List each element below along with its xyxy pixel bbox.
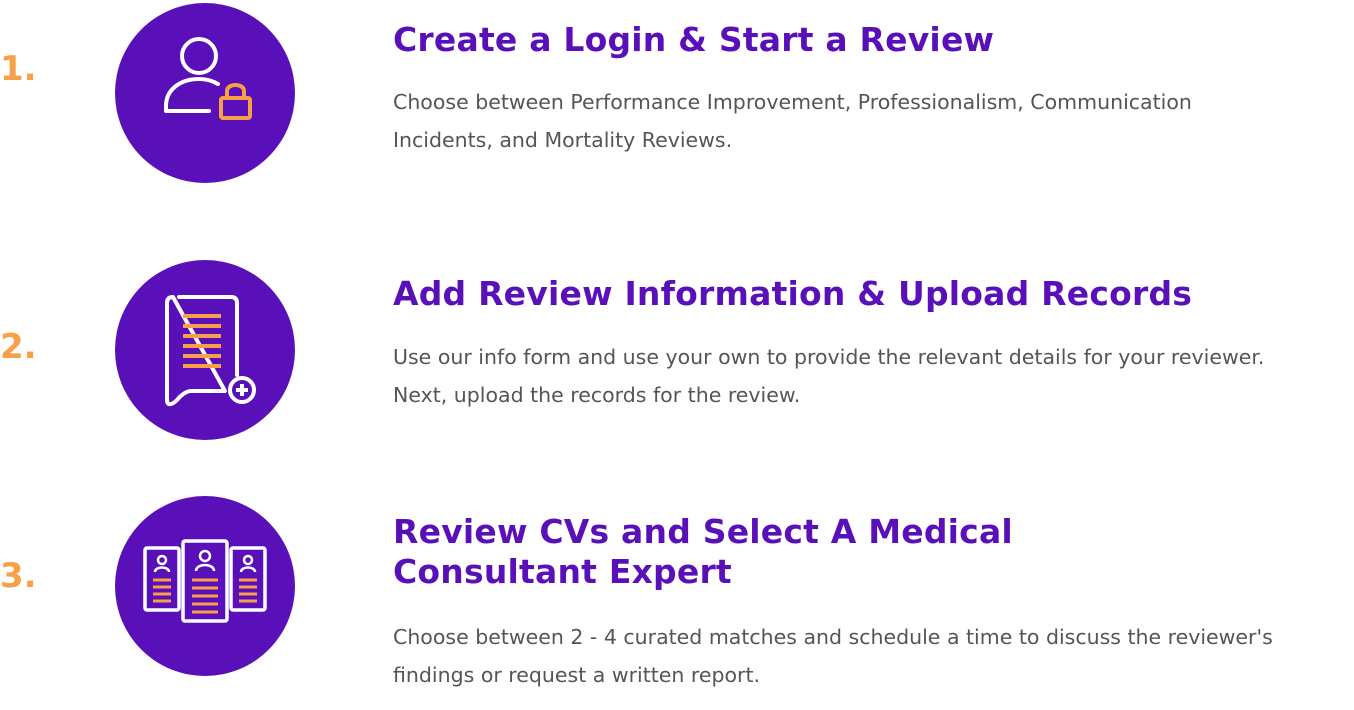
- document-add-icon: [165, 295, 256, 407]
- step-number: 3.: [0, 556, 37, 596]
- step-description: Choose between Performance Improvement, …: [393, 90, 1192, 152]
- user-lock-icon: [164, 37, 252, 120]
- step-icon-circle: [115, 260, 295, 440]
- step-icon-circle: [115, 3, 295, 183]
- cv-profiles-icon: [143, 539, 267, 623]
- step-2: 2. Add Review Information & Upload Recor…: [0, 240, 1354, 450]
- step-title: Review CVs and Select A Medical Consulta…: [393, 512, 1013, 591]
- step-3: 3. Review CVs and Select A Medical Consu…: [0, 486, 1354, 710]
- step-number: 1.: [0, 49, 37, 89]
- step-description: Use our info form and use your own to pr…: [393, 345, 1265, 407]
- step-1: 1. Create a Login & Start a Review Choos…: [0, 0, 1354, 200]
- step-description: Choose between 2 - 4 curated matches and…: [393, 625, 1273, 687]
- step-title: Create a Login & Start a Review: [393, 20, 995, 59]
- step-title: Add Review Information & Upload Records: [393, 274, 1193, 313]
- step-number: 2.: [0, 327, 37, 367]
- step-icon-circle: [115, 496, 295, 676]
